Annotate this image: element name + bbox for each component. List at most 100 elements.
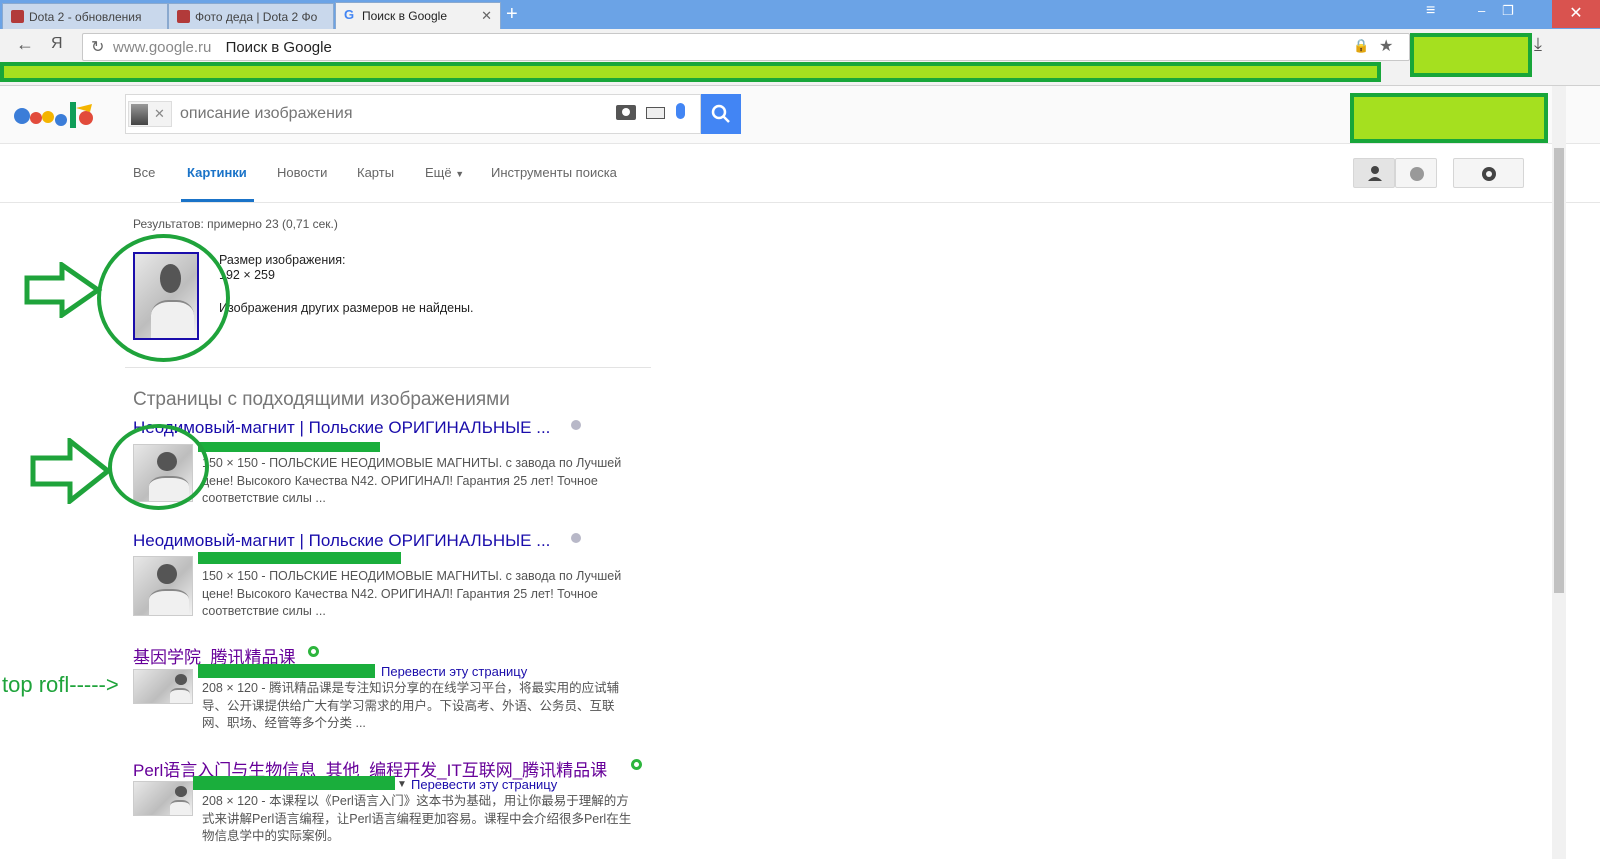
green-dot-icon (308, 646, 319, 657)
result-snippet: 150 × 150 - ПОЛЬСКИЕ НЕОДИМОВЫЕ МАГНИТЫ.… (202, 455, 621, 508)
search-button[interactable] (701, 94, 741, 134)
tab-news[interactable]: Новости (277, 165, 327, 180)
star-icon[interactable]: ★ (1379, 36, 1393, 56)
reload-icon[interactable]: ↻ (91, 37, 104, 57)
yandex-icon[interactable]: Я (51, 35, 63, 53)
redaction-bar (0, 62, 1381, 82)
tab-title: Поиск в Google (362, 9, 447, 23)
result-snippet: 208 × 120 - 腾讯精品课是专注知识分享的在线学习平台，将最实用的应试辅… (202, 680, 619, 733)
page-scrollbar[interactable] (1552, 86, 1566, 859)
query-thumbnail (131, 104, 148, 125)
google-favicon-icon: G (344, 7, 355, 22)
snippet-line: соответствие силы ... (202, 604, 326, 618)
address-title: Поиск в Google (225, 39, 332, 56)
translate-link[interactable]: Перевести эту страницу (381, 664, 527, 679)
dropdown-arrow-icon[interactable]: ▼ (397, 779, 407, 790)
restore-icon[interactable]: ❐ (1502, 3, 1514, 19)
redaction-box (1350, 93, 1548, 143)
address-bar[interactable]: ↻ www.google.ru Поиск в Google 🔒 ★ (82, 33, 1410, 61)
thumbnail-figure (148, 588, 190, 615)
tab-grandpa-photo[interactable]: Фото деда | Dota 2 Фо (168, 3, 334, 29)
thumbnail-figure (174, 673, 188, 686)
scrollbar-thumb[interactable] (1554, 148, 1564, 593)
redaction-bar (198, 552, 401, 564)
section-divider (125, 367, 651, 368)
tab-title: Фото деда | Dota 2 Фо (195, 10, 318, 24)
tab-google-search[interactable]: G Поиск в Google ✕ (335, 2, 501, 29)
magnifier-icon (711, 104, 730, 123)
translate-link[interactable]: Перевести эту страницу (411, 777, 557, 792)
dota-favicon-icon (177, 10, 190, 23)
snippet-line: 导、公开课提供给广大有学习需求的用户。下设高考、外语、公务员、互联 (202, 698, 615, 713)
tab-more[interactable]: Ещё ▼ (425, 165, 464, 180)
annotation-circle (97, 234, 230, 362)
result-thumbnail[interactable] (133, 669, 193, 704)
tab-maps[interactable]: Карты (357, 165, 394, 180)
dota-favicon-icon (11, 10, 24, 23)
download-icon[interactable]: ⤓ (1534, 34, 1542, 55)
thumbnail-figure (169, 688, 190, 703)
annotation-arrow-icon (30, 438, 112, 504)
tab-search-tools[interactable]: Инструменты поиска (491, 165, 617, 180)
remove-image-icon[interactable]: ✕ (154, 106, 165, 122)
global-results-button[interactable] (1395, 158, 1437, 188)
annotation-circle (108, 424, 209, 510)
personal-results-button[interactable] (1353, 158, 1395, 188)
annotation-label: top rofl-----> (2, 672, 119, 697)
tab-dota-updates[interactable]: Dota 2 - обновления (2, 3, 168, 29)
result-title-link[interactable]: Неодимовый-магнит | Польские ОРИГИНАЛЬНЫ… (133, 531, 550, 551)
snippet-line: цене! Высокого Качества N42. ОРИГИНАЛ! Г… (202, 473, 598, 488)
snippet-line: 网、职场、经管等多个分类 ... (202, 716, 366, 730)
visited-icon (571, 420, 581, 430)
snippet-line: цене! Высокого Качества N42. ОРИГИНАЛ! Г… (202, 586, 598, 601)
thumbnail-figure (157, 563, 177, 584)
tab-all[interactable]: Все (133, 165, 155, 180)
tab-title: Dota 2 - обновления (29, 10, 142, 24)
redaction-bar (193, 776, 395, 790)
lock-icon: 🔒 (1353, 38, 1370, 53)
microphone-icon[interactable] (676, 103, 685, 119)
gear-icon (1482, 167, 1496, 181)
thumbnail-figure (174, 785, 188, 798)
section-heading: Страницы с подходящими изображениями (133, 389, 510, 410)
snippet-line: 物信息学中的实际案例。 (202, 829, 340, 843)
back-arrow-icon[interactable]: ← (16, 34, 34, 55)
tab-images[interactable]: Картинки (187, 165, 247, 180)
close-tab-icon[interactable]: ✕ (481, 8, 492, 24)
settings-button[interactable] (1453, 158, 1524, 188)
snippet-line: соответствие силы ... (202, 491, 326, 505)
keyboard-icon[interactable] (646, 107, 665, 119)
person-icon (1368, 166, 1382, 181)
result-title-link[interactable]: Неодимовый-магнит | Польские ОРИГИНАЛЬНЫ… (133, 418, 550, 438)
thumbnail-figure (169, 800, 190, 815)
redaction-bar (198, 442, 380, 452)
green-dot-icon (631, 759, 642, 770)
active-tab-underline (181, 199, 254, 202)
query-image-chip[interactable]: ✕ (128, 101, 172, 127)
no-other-sizes-text: Изображения других размеров не найдены. (219, 301, 474, 315)
visited-icon (571, 533, 581, 543)
snippet-line: 208 × 120 - 腾讯精品课是专注知识分享的在线学习平台，将最实用的应试辅 (202, 681, 620, 695)
menu-icon[interactable]: ≡ (1426, 2, 1435, 20)
tab-more-label: Ещё (425, 165, 452, 180)
minimize-icon[interactable]: – (1478, 3, 1485, 18)
address-host: www.google.ru (113, 39, 212, 56)
camera-icon[interactable] (616, 105, 636, 120)
annotation-arrow-icon (24, 262, 103, 318)
dropdown-arrow-icon: ▼ (455, 169, 465, 179)
redaction-bar (198, 664, 375, 678)
result-stats: Результатов: примерно 23 (0,71 сек.) (133, 217, 338, 231)
search-input[interactable] (180, 103, 600, 125)
new-tab-icon[interactable]: + (506, 3, 518, 25)
google-doodle-logo[interactable] (12, 96, 104, 134)
redaction-box (1410, 33, 1532, 77)
result-thumbnail[interactable] (133, 556, 193, 616)
snippet-line: 150 × 150 - ПОЛЬСКИЕ НЕОДИМОВЫЕ МАГНИТЫ.… (202, 569, 622, 583)
close-window-icon[interactable]: ✕ (1552, 0, 1600, 28)
search-box[interactable]: ✕ (125, 94, 701, 134)
tab-bar: Dota 2 - обновления Фото деда | Dota 2 Ф… (0, 0, 1600, 29)
result-snippet: 208 × 120 - 本课程以《Perl语言入门》这本书为基础，用让你最易于理… (202, 793, 631, 846)
image-size-label: Размер изображения: (219, 253, 346, 267)
result-thumbnail[interactable] (133, 781, 193, 816)
result-snippet: 150 × 150 - ПОЛЬСКИЕ НЕОДИМОВЫЕ МАГНИТЫ.… (202, 568, 621, 621)
